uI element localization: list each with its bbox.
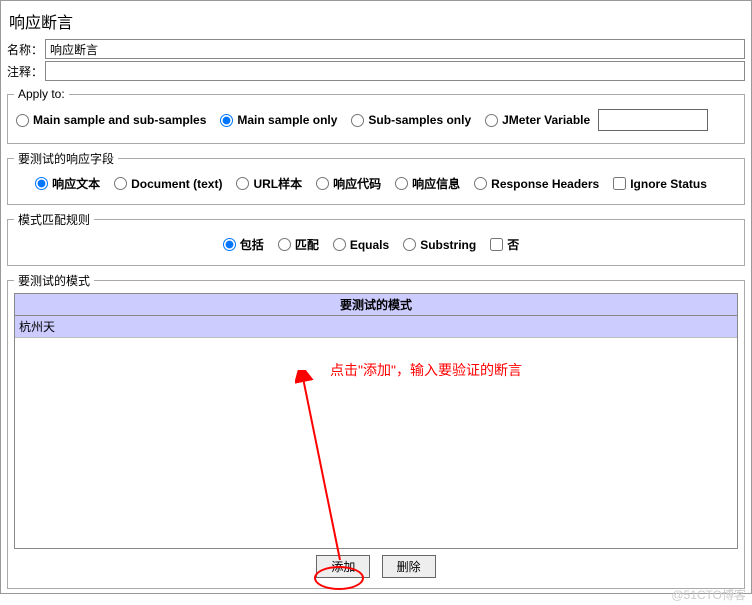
jmeter-var-input[interactable] [598, 109, 708, 131]
comment-input[interactable] [45, 61, 745, 81]
patterns-group: 要测试的模式 要测试的模式 杭州天 添加 删除 [7, 272, 745, 589]
label-substring[interactable]: Substring [420, 238, 476, 252]
radio-sub-only[interactable] [351, 114, 364, 127]
label-equals[interactable]: Equals [350, 238, 389, 252]
name-label: 名称： [7, 41, 45, 58]
delete-button[interactable]: 删除 [382, 555, 436, 578]
label-url[interactable]: URL样本 [253, 175, 302, 192]
radio-substring[interactable] [403, 238, 416, 251]
page-title: 响应断言 [7, 5, 745, 39]
add-button[interactable]: 添加 [316, 555, 370, 578]
label-main-and-sub[interactable]: Main sample and sub-samples [33, 113, 206, 127]
match-rule-group: 模式匹配规则 包括 匹配 Equals Substring 否 [7, 211, 745, 266]
label-not[interactable]: 否 [507, 236, 519, 253]
apply-to-legend: Apply to: [14, 87, 69, 101]
label-message[interactable]: 响应信息 [412, 175, 460, 192]
radio-main-only[interactable] [220, 114, 233, 127]
radio-message[interactable] [395, 177, 408, 190]
patterns-table-body[interactable]: 杭州天 [14, 316, 738, 549]
radio-document[interactable] [114, 177, 127, 190]
label-contains[interactable]: 包括 [240, 236, 264, 253]
radio-headers[interactable] [474, 177, 487, 190]
label-sub-only[interactable]: Sub-samples only [368, 113, 471, 127]
radio-equals[interactable] [333, 238, 346, 251]
pattern-row[interactable]: 杭州天 [15, 316, 737, 338]
annotation-text: 点击"添加"，输入要验证的断言 [330, 360, 522, 380]
comment-label: 注释： [7, 63, 45, 80]
label-main-only[interactable]: Main sample only [237, 113, 337, 127]
label-matches[interactable]: 匹配 [295, 236, 319, 253]
radio-contains[interactable] [223, 238, 236, 251]
label-headers[interactable]: Response Headers [491, 177, 599, 191]
watermark: @51CTO博客 [671, 586, 746, 603]
patterns-legend: 要测试的模式 [14, 272, 94, 289]
label-document[interactable]: Document (text) [131, 177, 222, 191]
test-field-legend: 要测试的响应字段 [14, 150, 118, 167]
checkbox-ignore-status[interactable] [613, 177, 626, 190]
name-input[interactable] [45, 39, 745, 59]
radio-matches[interactable] [278, 238, 291, 251]
test-field-group: 要测试的响应字段 响应文本 Document (text) URL样本 响应代码… [7, 150, 745, 205]
checkbox-not[interactable] [490, 238, 503, 251]
apply-to-group: Apply to: Main sample and sub-samples Ma… [7, 87, 745, 144]
patterns-table-header: 要测试的模式 [14, 293, 738, 316]
radio-main-and-sub[interactable] [16, 114, 29, 127]
radio-url[interactable] [236, 177, 249, 190]
label-code[interactable]: 响应代码 [333, 175, 381, 192]
radio-response-text[interactable] [35, 177, 48, 190]
radio-jmeter-var[interactable] [485, 114, 498, 127]
label-response-text[interactable]: 响应文本 [52, 175, 100, 192]
match-rule-legend: 模式匹配规则 [14, 211, 94, 228]
label-jmeter-var[interactable]: JMeter Variable [502, 113, 590, 127]
label-ignore-status[interactable]: Ignore Status [630, 177, 707, 191]
radio-code[interactable] [316, 177, 329, 190]
